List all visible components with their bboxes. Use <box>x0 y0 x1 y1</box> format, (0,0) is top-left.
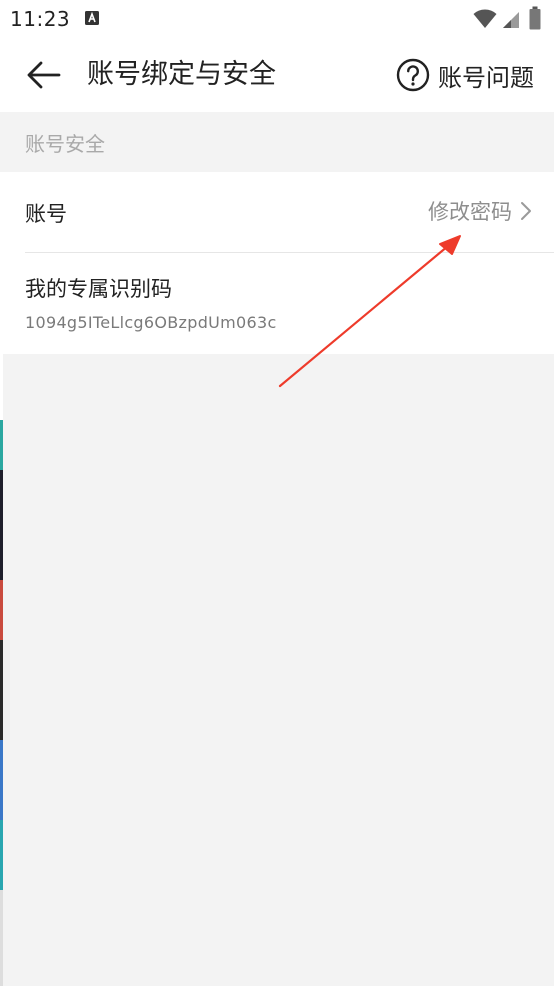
page-title: 账号绑定与安全 <box>87 59 276 90</box>
wifi-icon <box>473 9 497 28</box>
change-password-link[interactable]: 修改密码 <box>428 196 532 226</box>
section-title: 账号安全 <box>25 132 105 156</box>
identifier-value: 1094g5ITeLlcg6OBzpdUm063c <box>25 313 277 332</box>
question-circle-icon <box>396 58 430 92</box>
settings-card: 账号 修改密码 我的专属识别码 1094g5ITeLlcg6OBzpdUm063… <box>0 172 554 354</box>
account-label: 账号 <box>25 202 67 226</box>
app-a-icon <box>85 11 99 25</box>
arrow-left-icon <box>27 61 61 89</box>
signal-icon <box>503 12 519 28</box>
account-help-label: 账号问题 <box>438 63 534 92</box>
account-row[interactable]: 账号 修改密码 <box>0 172 554 252</box>
section-header: 账号安全 <box>0 112 554 172</box>
screen: 11:23 账号绑定与安全 账号问题 账号安全 账号 修改密码 我的专属识别码 … <box>0 0 554 986</box>
status-time: 11:23 <box>10 7 71 31</box>
identifier-row: 我的专属识别码 1094g5ITeLlcg6OBzpdUm063c <box>0 253 554 354</box>
chevron-right-icon <box>521 202 531 220</box>
status-bar: 11:23 <box>0 0 554 38</box>
battery-icon <box>529 6 541 30</box>
identifier-label: 我的专属识别码 <box>25 277 172 301</box>
change-password-label: 修改密码 <box>428 200 512 224</box>
app-bar: 账号绑定与安全 账号问题 <box>0 38 554 112</box>
account-help-button[interactable]: 账号问题 <box>396 54 534 96</box>
back-button[interactable] <box>22 54 64 96</box>
